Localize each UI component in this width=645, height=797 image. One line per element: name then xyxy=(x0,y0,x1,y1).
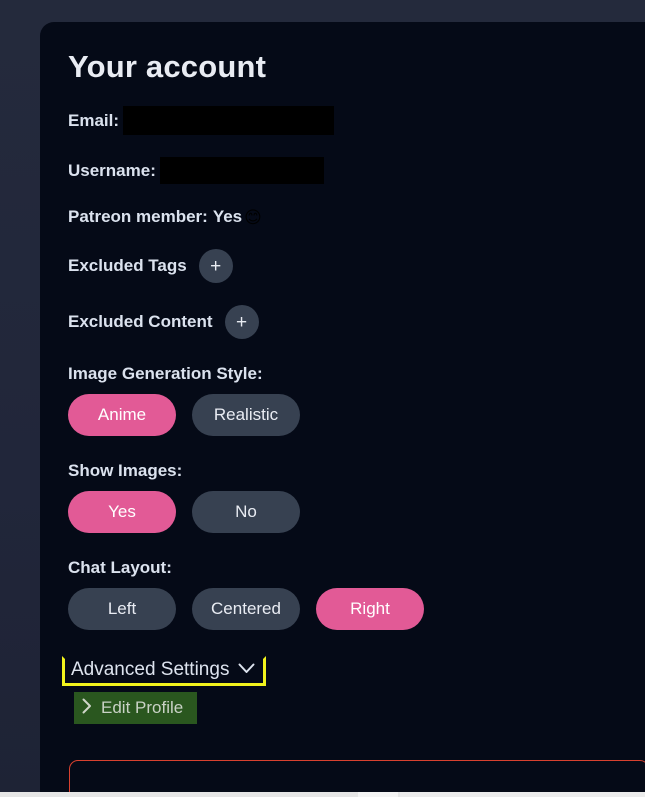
danger-zone-panel: Delete your account xyxy=(69,760,645,793)
add-excluded-tag-button[interactable]: + xyxy=(198,249,233,284)
excluded-content-label: Excluded Content xyxy=(68,312,213,332)
taskbar-segment xyxy=(400,792,645,797)
email-value-redacted xyxy=(123,106,335,136)
taskbar-segment xyxy=(358,792,398,797)
option-show-images-no[interactable]: No xyxy=(192,491,300,534)
excluded-tags-row: Excluded Tags + xyxy=(68,249,645,284)
image-generation-style-label: Image Generation Style: xyxy=(68,364,263,384)
advanced-settings-toggle[interactable]: Advanced Settings xyxy=(62,656,267,687)
option-realistic[interactable]: Realistic xyxy=(192,394,300,437)
option-layout-left[interactable]: Left xyxy=(68,588,176,631)
option-show-images-yes[interactable]: Yes xyxy=(68,491,176,534)
excluded-content-row: Excluded Content + xyxy=(68,305,645,340)
advanced-settings-label: Advanced Settings xyxy=(71,659,230,681)
patreon-value: Yes xyxy=(212,207,243,227)
account-settings-card: Your account Email: Username: Patreon me… xyxy=(40,22,645,793)
chat-layout-options: Left Centered Right xyxy=(68,588,645,631)
edit-profile-button[interactable]: Edit Profile xyxy=(74,692,198,725)
show-images-label: Show Images: xyxy=(68,461,183,481)
card-content: Your account Email: Username: Patreon me… xyxy=(40,22,645,725)
email-field-row: Email: xyxy=(68,106,645,136)
option-layout-centered[interactable]: Centered xyxy=(192,588,300,631)
chevron-right-icon xyxy=(82,698,92,718)
edit-profile-label: Edit Profile xyxy=(101,698,184,718)
option-layout-right[interactable]: Right xyxy=(316,588,424,631)
email-label: Email: xyxy=(68,110,120,130)
username-field-row: Username: xyxy=(68,157,645,185)
plus-icon: + xyxy=(210,255,222,277)
patreon-label: Patreon member: xyxy=(68,207,208,227)
os-taskbar-sliver xyxy=(0,792,645,797)
username-value-redacted xyxy=(159,157,324,185)
show-images-options: Yes No xyxy=(68,491,645,534)
username-label: Username: xyxy=(68,160,156,180)
add-excluded-content-button[interactable]: + xyxy=(224,305,259,340)
excluded-tags-label: Excluded Tags xyxy=(68,256,187,276)
image-generation-style-options: Anime Realistic xyxy=(68,394,645,437)
page-title: Your account xyxy=(68,49,267,84)
option-anime[interactable]: Anime xyxy=(68,394,176,437)
chevron-down-icon xyxy=(238,662,255,678)
smiling-face-emoji-icon: 😊 xyxy=(244,207,262,227)
patreon-member-row: Patreon member: Yes 😊 xyxy=(68,207,645,227)
plus-icon: + xyxy=(235,311,248,333)
chat-layout-label: Chat Layout: xyxy=(68,558,172,578)
